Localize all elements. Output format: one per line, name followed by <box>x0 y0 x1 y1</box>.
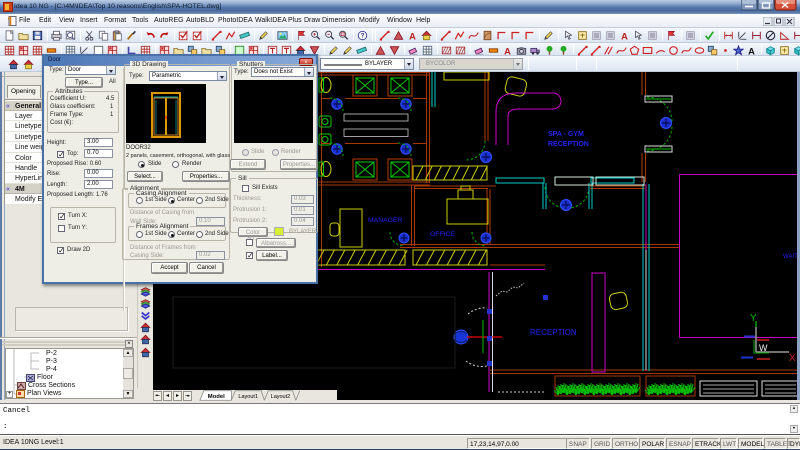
svg-text:Layout1: Layout1 <box>238 394 258 400</box>
svg-text:SPA - GYM: SPA - GYM <box>548 131 584 138</box>
svg-text:MANAGER: MANAGER <box>368 217 402 224</box>
svg-text:WAIT: WAIT <box>783 254 798 260</box>
svg-text:RECEPTION: RECEPTION <box>530 328 577 337</box>
svg-text:?: ? <box>360 33 364 40</box>
svg-text:RECEPTION: RECEPTION <box>548 141 589 148</box>
svg-text:Model: Model <box>208 394 225 400</box>
svg-text:Layout2: Layout2 <box>271 394 291 400</box>
svg-text:A: A <box>504 46 511 56</box>
svg-text:A: A <box>409 31 416 41</box>
svg-text:A: A <box>621 31 628 41</box>
svg-text:A: A <box>748 46 755 56</box>
svg-text:X: X <box>789 353 796 364</box>
svg-text:OFFICE: OFFICE <box>430 231 455 238</box>
svg-text:W: W <box>759 343 768 353</box>
